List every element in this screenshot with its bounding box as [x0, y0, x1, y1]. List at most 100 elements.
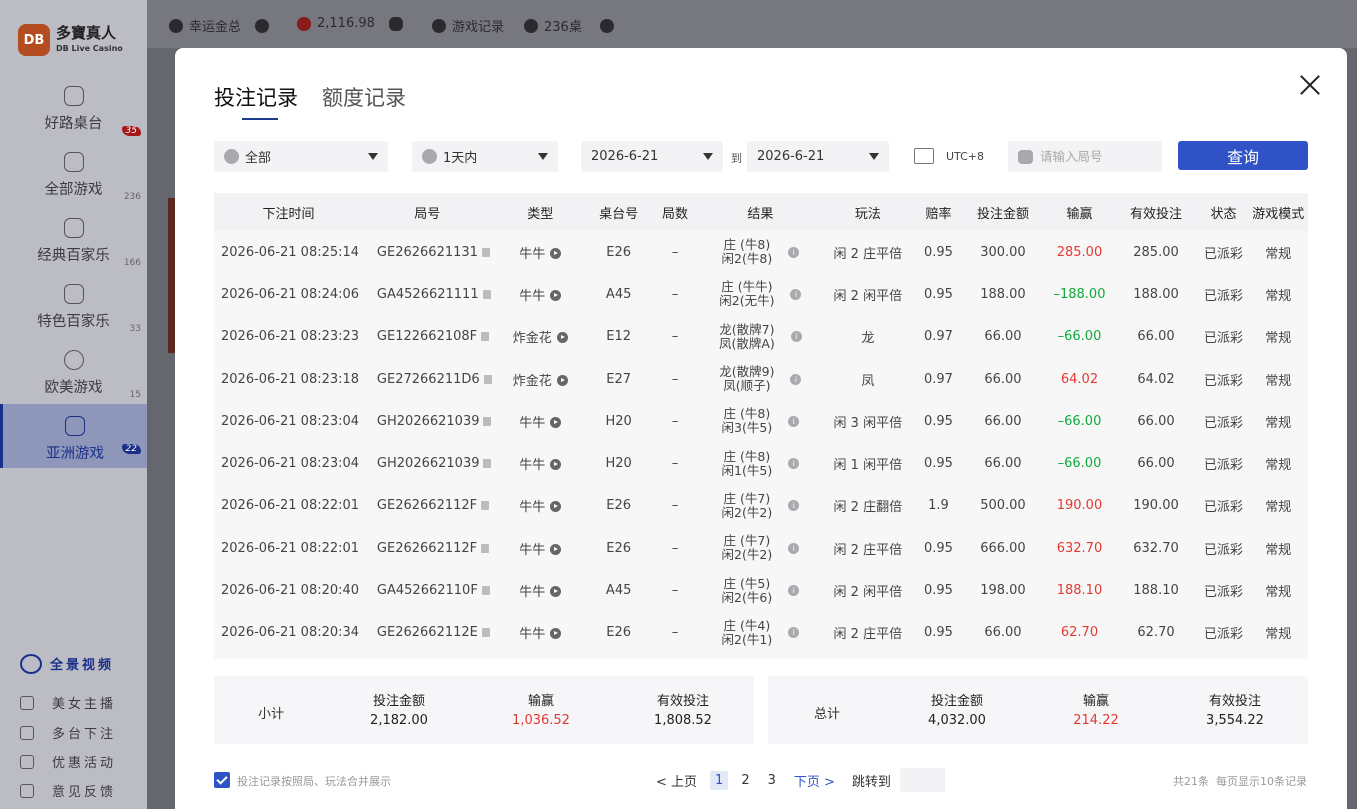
records-summary: 共21条 每页显示10条记录 [1173, 773, 1307, 789]
copy-icon[interactable] [481, 586, 490, 596]
bet-time-cell: 2026-06-21 08:23:18 [221, 371, 360, 387]
table-no-cell: E26 [606, 625, 632, 641]
timezone-picker[interactable]: UTC+8 [914, 148, 984, 164]
game-records-link[interactable]: 游戏记录 [432, 16, 504, 35]
info-icon[interactable]: i [790, 288, 802, 300]
page-button-1[interactable]: 1 [710, 770, 729, 790]
info-icon[interactable]: i [788, 500, 800, 512]
win-loss-cell: 190.00 [1056, 498, 1103, 514]
sidebar-item-special-baccarat[interactable]: 特色百家乐 33 [0, 284, 147, 346]
bet-amount-cell: 66.00 [984, 329, 1022, 345]
sidebar-link-multi-table[interactable]: 多台下注 [20, 723, 140, 742]
play-replay-icon[interactable] [550, 289, 562, 301]
count-badge: 166 [123, 258, 141, 268]
table-row: 2026-06-21 08:23:04 GH2026621039 牛牛 H20 – 庄 (… [214, 400, 1308, 442]
sidebar-item-classic-baccarat[interactable]: 经典百家乐 166 [0, 218, 147, 280]
search-icon [1018, 150, 1033, 164]
tables-count[interactable]: 236桌 [524, 16, 620, 35]
round-id-cell: GE262662112F [363, 485, 492, 527]
copy-icon[interactable] [481, 247, 490, 257]
play-replay-icon[interactable] [550, 501, 562, 513]
date-from-select[interactable]: 2026-6-21 [581, 141, 723, 172]
play-replay-icon[interactable] [550, 459, 562, 471]
col-header: 游戏模式 [1248, 193, 1308, 231]
subtotal-valid-label: 有效投注 [656, 694, 709, 709]
sidebar: DB 多寶真人 DB Live Casino 好路桌台 35 全部游戏 236 … [0, 0, 147, 809]
tab-credit-records[interactable]: 额度记录 [322, 82, 406, 118]
copy-icon[interactable] [482, 289, 491, 299]
status-cell: 已派彩 [1204, 542, 1244, 558]
sidebar-item-western-games[interactable]: 欧美游戏 15 [0, 350, 147, 412]
odds-cell: 0.95 [923, 286, 953, 302]
sidebar-link-anchor[interactable]: 美女主播 [20, 693, 140, 712]
copy-icon[interactable] [481, 628, 490, 638]
game-mode-cell: 常规 [1265, 246, 1292, 262]
sidebar-link-promotions[interactable]: 优惠活动 [20, 752, 140, 771]
merge-checkbox[interactable] [214, 772, 230, 788]
panorama-video-link[interactable]: 全景视频 [20, 654, 114, 674]
play-replay-icon[interactable] [550, 247, 562, 259]
win-loss-cell: 62.70 [1060, 625, 1099, 641]
sidebar-item-good-road[interactable]: 好路桌台 35 [0, 86, 147, 148]
round-count-cell: – [671, 540, 679, 556]
date-to-select[interactable]: 2026-6-21 [747, 141, 889, 172]
game-type-select[interactable]: 全部 [214, 141, 388, 172]
pagination: < 上页 1 2 3 下页 > 跳转到 [651, 768, 945, 792]
round-count-cell: – [671, 413, 679, 429]
info-icon[interactable]: i [790, 373, 802, 385]
play-replay-icon[interactable] [556, 374, 568, 386]
win-loss-cell: 64.02 [1060, 371, 1099, 387]
sidebar-item-all-games[interactable]: 全部游戏 236 [0, 152, 147, 214]
valid-bet-cell: 66.00 [1137, 329, 1175, 345]
valid-bet-cell: 188.10 [1133, 583, 1179, 599]
info-icon[interactable]: i [788, 415, 800, 427]
page-button-2[interactable]: 2 [736, 771, 754, 790]
eye-icon[interactable] [388, 16, 403, 31]
info-icon[interactable]: i [790, 331, 802, 343]
play-replay-icon[interactable] [550, 543, 562, 555]
close-icon[interactable] [1297, 72, 1323, 98]
records-icon [432, 18, 446, 33]
sidebar-item-asian-games[interactable]: 亚洲游戏 22 [0, 404, 147, 468]
bet-time-cell: 2026-06-21 08:22:01 [221, 540, 360, 556]
info-icon[interactable]: i [788, 627, 800, 639]
prev-page-button[interactable]: < 上页 [651, 769, 702, 792]
col-header: 投注金额 [960, 193, 1046, 231]
brand-name-cn: 多寶真人 [56, 24, 117, 42]
user-menu[interactable]: 幸运金总 [169, 16, 275, 35]
tab-bet-records[interactable]: 投注记录 [214, 82, 298, 120]
play-replay-icon[interactable] [550, 628, 562, 640]
subtotal-wl-label: 输赢 [527, 694, 554, 709]
page-button-3[interactable]: 3 [763, 771, 781, 790]
sidebar-link-feedback[interactable]: 意见反馈 [20, 781, 140, 800]
copy-icon[interactable] [483, 459, 492, 469]
info-icon[interactable]: i [788, 458, 800, 470]
copy-icon[interactable] [481, 332, 490, 342]
result-cell: 庄 (牛5) 闲2(牛6) i [702, 569, 819, 611]
copy-icon[interactable] [483, 374, 492, 384]
play-replay-icon[interactable] [550, 586, 562, 598]
col-header: 桌台号 [588, 193, 649, 231]
bet-records-modal: 投注记录 额度记录 全部 1天内 2026-6-21 到 2026-6-21 U… [175, 48, 1347, 809]
play-replay-icon[interactable] [550, 416, 562, 428]
col-header: 有效投注 [1113, 193, 1199, 231]
next-page-button[interactable]: 下页 > [789, 769, 840, 792]
play-replay-icon[interactable] [556, 332, 568, 344]
copy-icon[interactable] [483, 416, 492, 426]
bet-amount-cell: 66.00 [984, 625, 1022, 641]
round-count-cell: – [671, 371, 679, 387]
query-button[interactable]: 查询 [1178, 141, 1308, 170]
copy-icon[interactable] [481, 543, 490, 553]
round-id-cell: GE27266211D6 [363, 358, 492, 400]
result-cell: 庄 (牛7) 闲2(牛2) i [702, 527, 819, 569]
info-icon[interactable]: i [788, 585, 800, 597]
total-label: 总计 [814, 707, 841, 722]
jump-page-input[interactable] [899, 768, 945, 792]
bell-icon[interactable] [599, 18, 614, 33]
brand-name-en: DB Live Casino [56, 44, 123, 53]
period-select[interactable]: 1天内 [412, 141, 558, 172]
info-icon[interactable]: i [788, 542, 800, 554]
copy-icon[interactable] [481, 501, 490, 511]
gift-icon [20, 755, 34, 769]
info-icon[interactable]: i [788, 246, 800, 258]
